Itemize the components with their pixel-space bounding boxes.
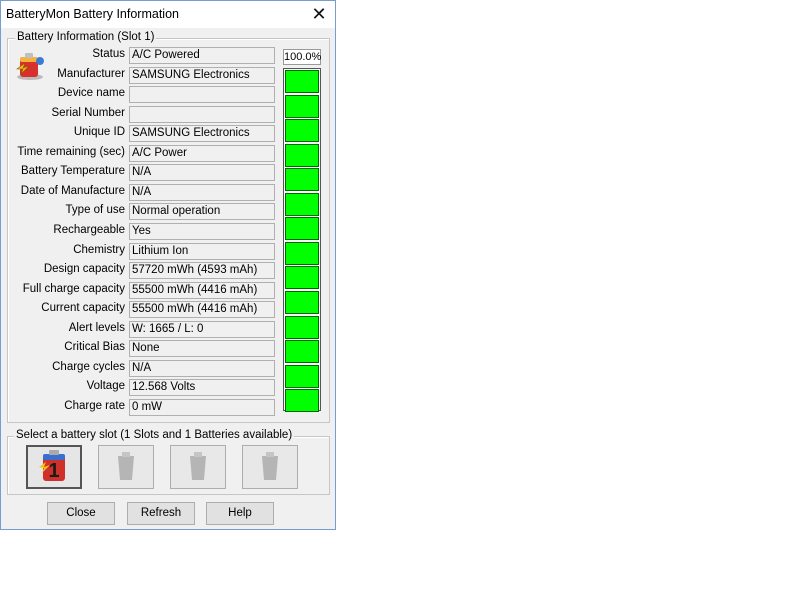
field-value: 55500 mWh (4416 mAh) [129, 282, 275, 299]
field-label: Date of Manufacture [20, 185, 125, 197]
svg-text:1: 1 [48, 460, 59, 482]
battery-info-window: BatteryMon Battery Information ✕ Battery… [0, 0, 336, 530]
field-value: 12.568 Volts [129, 379, 275, 396]
charge-segment [285, 266, 319, 290]
battery-slot-2-button[interactable] [98, 445, 154, 489]
field-label: Device name [57, 87, 125, 99]
battery-slot-empty-icon [262, 452, 278, 480]
field-label: Serial Number [51, 107, 126, 119]
field-label: Charge rate [64, 400, 125, 412]
field-value [129, 106, 275, 123]
battery-slot-empty-icon [118, 452, 134, 480]
charge-percent: 100.0% [283, 49, 322, 65]
field-label: Charge cycles [52, 361, 125, 373]
field-label: Alert levels [68, 322, 125, 334]
field-value: None [129, 340, 275, 357]
field-label: Unique ID [73, 126, 125, 138]
charge-segment [285, 94, 319, 118]
battery-slot-3-button[interactable] [170, 445, 226, 489]
field-value: Normal operation [129, 203, 275, 220]
charge-segment [285, 70, 319, 93]
charge-level-bar [283, 68, 321, 413]
field-label: Status [92, 48, 125, 60]
field-value: SAMSUNG Electronics [129, 67, 275, 84]
charge-segment [285, 364, 319, 388]
charge-segment [285, 143, 319, 167]
charge-segment [285, 290, 319, 314]
battery-slot-1-button[interactable]: 1 [26, 445, 82, 489]
charge-segment [285, 340, 319, 364]
field-value: SAMSUNG Electronics [129, 125, 275, 142]
field-value: Yes [129, 223, 275, 240]
battery-slot-4-button[interactable] [242, 445, 298, 489]
field-value: 55500 mWh (4416 mAh) [129, 301, 275, 318]
field-label: Rechargeable [53, 224, 125, 236]
field-value [129, 86, 275, 103]
battery-info-caption: Battery Information (Slot 1) [15, 31, 157, 43]
close-button[interactable]: Close [47, 502, 115, 525]
charge-segment [285, 192, 319, 216]
charge-segment [285, 217, 319, 241]
field-value: N/A [129, 164, 275, 181]
field-label: Chemistry [73, 244, 125, 256]
field-label: Type of use [65, 204, 125, 216]
field-value: N/A [129, 184, 275, 201]
window-title: BatteryMon Battery Information [6, 7, 179, 21]
field-label: Battery Temperature [21, 165, 125, 177]
charge-segment [285, 168, 319, 192]
field-label: Current capacity [41, 302, 125, 314]
battery-slot-1-icon: 1 [39, 450, 65, 482]
field-value: 57720 mWh (4593 mAh) [129, 262, 275, 279]
slot-select-caption: Select a battery slot (1 Slots and 1 Bat… [14, 429, 295, 441]
field-value: A/C Power [129, 145, 275, 162]
field-value: Lithium Ion [129, 243, 275, 260]
field-label: Critical Bias [64, 341, 125, 353]
field-value: N/A [129, 360, 275, 377]
close-window-icon[interactable]: ✕ [303, 1, 335, 28]
field-label: Manufacturer [57, 68, 125, 80]
refresh-button[interactable]: Refresh [127, 502, 195, 525]
charge-segment [285, 389, 319, 413]
field-value: A/C Powered [129, 47, 275, 64]
field-label: Full charge capacity [22, 283, 125, 295]
battery-slot-empty-icon [190, 452, 206, 480]
charge-segment [285, 119, 319, 143]
field-label: Time remaining (sec) [17, 146, 125, 158]
charge-segment [285, 241, 319, 265]
field-value: 0 mW [129, 399, 275, 416]
title-bar: BatteryMon Battery Information ✕ [1, 1, 335, 28]
help-button[interactable]: Help [206, 502, 274, 525]
field-label: Design capacity [43, 263, 125, 275]
field-label: Voltage [86, 380, 125, 392]
field-value: W: 1665 / L: 0 [129, 321, 275, 338]
charge-segment [285, 315, 319, 339]
